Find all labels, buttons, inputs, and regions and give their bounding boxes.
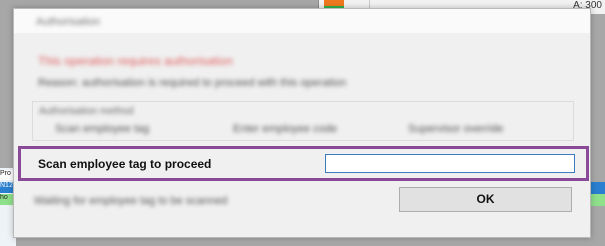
scan-tag-label: Scan employee tag to proceed (38, 157, 212, 171)
method-group: Authorisation method Scan employee tag E… (32, 101, 574, 141)
background-row-selected (590, 182, 605, 194)
dialog-title: Authorisation (36, 16, 101, 28)
ok-button[interactable]: OK (399, 187, 572, 212)
authorisation-dialog: Authorisation This operation requires au… (13, 8, 591, 238)
method-option-override[interactable]: Supervisor override (408, 123, 503, 135)
info-message: Reason: authorisation is required to pro… (38, 77, 347, 89)
method-group-label: Authorisation method (39, 106, 134, 117)
warning-message: This operation requires authorisation (38, 54, 233, 68)
scan-tag-row: Scan employee tag to proceed (18, 146, 589, 181)
method-option-code[interactable]: Enter employee code (233, 123, 337, 135)
background-row-highlighted (590, 194, 605, 206)
method-option-scan[interactable]: Scan employee tag (55, 123, 149, 135)
dialog-titlebar: Authorisation (14, 9, 590, 33)
scan-tag-input[interactable] (325, 154, 575, 173)
status-message: Waiting for employee tag to be scanned (34, 195, 228, 207)
